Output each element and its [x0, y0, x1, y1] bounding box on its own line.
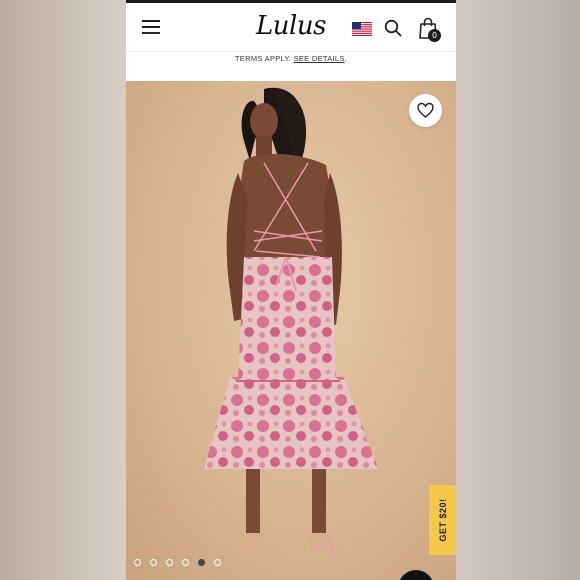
- phone-screen: Lulus 0 TERMS APPLY. SEE DETAILS. GET $2…: [126, 0, 456, 580]
- carousel-dot-active[interactable]: [198, 559, 205, 566]
- model-dress-illustration: [204, 87, 378, 563]
- get-20-side-tab[interactable]: GET $20!: [429, 485, 456, 555]
- promo-text: TERMS APPLY.: [234, 54, 292, 63]
- promo-suffix: .: [344, 54, 348, 63]
- menu-icon[interactable]: [142, 20, 160, 34]
- bag-count-badge: 0: [428, 29, 441, 42]
- wishlist-button[interactable]: [409, 94, 442, 127]
- product-hero-image[interactable]: GET $20!: [126, 81, 456, 580]
- site-header: Lulus 0: [126, 3, 456, 51]
- get-20-label: GET $20!: [437, 498, 448, 542]
- promo-banner: TERMS APPLY. SEE DETAILS.: [126, 51, 456, 82]
- carousel-dot[interactable]: [150, 559, 157, 566]
- blurred-backdrop-right: [456, 0, 580, 580]
- heart-icon: [417, 102, 434, 118]
- see-details-link[interactable]: SEE DETAILS: [294, 54, 345, 63]
- carousel-dot[interactable]: [134, 559, 141, 566]
- us-flag-icon[interactable]: [352, 22, 372, 36]
- blurred-backdrop-left: [0, 0, 126, 580]
- lulus-logo[interactable]: Lulus: [256, 9, 326, 43]
- carousel-dot[interactable]: [182, 559, 189, 566]
- carousel-dot[interactable]: [166, 559, 173, 566]
- search-icon[interactable]: [384, 19, 402, 37]
- carousel-dot[interactable]: [214, 559, 221, 566]
